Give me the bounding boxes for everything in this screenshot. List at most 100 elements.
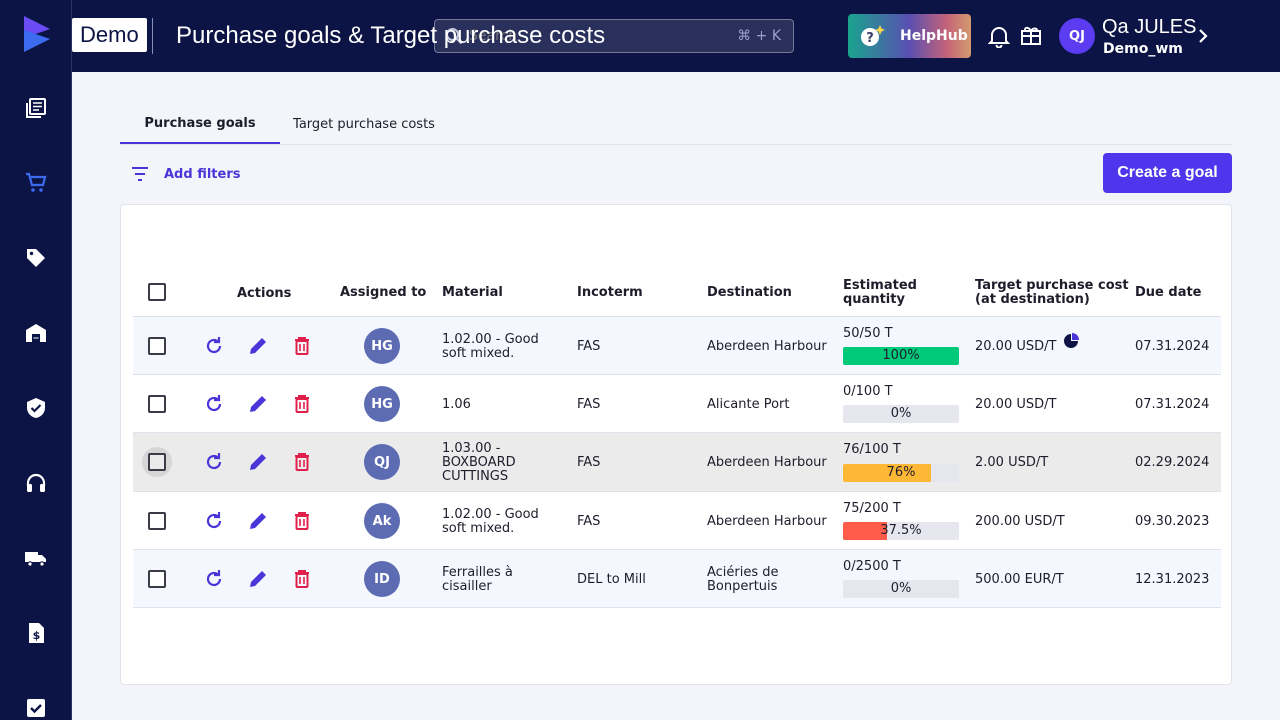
assignee-avatar: Ak [364,503,400,539]
target-cost-cell: 200.00 USD/T [975,514,1065,529]
filter-icon [132,167,148,181]
target-cost-cell: 20.00 USD/T [975,397,1057,412]
header-assigned-to: Assigned to [340,285,427,300]
due-date-cell: 07.31.2024 [1135,339,1210,354]
nav-invoice-icon[interactable]: $ [0,613,72,653]
progress-label: 76% [886,465,916,480]
material-cell: Ferrailles à cisailler [442,565,513,594]
search-shortcut: ⌘ + K [737,28,781,44]
quantity-text: 75/200 T [843,501,901,516]
material-cell: 1.03.00 - BOXBOARD CUTTINGS [442,441,516,484]
nav-shield-icon[interactable] [0,388,72,428]
nav-purchases-icon[interactable] [0,163,72,203]
table-row[interactable]: HG 1.02.00 - Good soft mixed. FAS Aberde… [133,317,1221,375]
table-row[interactable]: HG 1.06 FAS Alicante Port 0/100 T 0% 20.… [133,375,1221,433]
header-incoterm: Incoterm [577,285,643,300]
nav-warehouse-icon[interactable] [0,313,72,353]
assignee-avatar: HG [364,386,400,422]
user-organization: Demo_wm [1103,41,1183,57]
destination-cell: Aciéries de Bonpertuis [707,565,779,594]
header-target-cost-1: Target purchase cost [975,278,1129,293]
header-actions: Actions [237,286,292,301]
nav-catalog-icon[interactable] [0,88,72,128]
goals-table-card: Actions Assigned to Material Incoterm De… [120,204,1232,685]
top-header: Demo ⌘ + K Purchase goals & Target purch… [72,0,1280,72]
table-header: Actions Assigned to Material Incoterm De… [133,271,1221,317]
sidebar: $ [0,0,72,720]
destination-cell: Alicante Port [707,397,790,412]
quantity-text: 0/2500 T [843,559,901,574]
user-name[interactable]: Qa JULES [1102,16,1196,39]
material-cell: 1.02.00 - Good soft mixed. [442,507,539,536]
row-checkbox[interactable] [148,570,166,588]
header-target-cost-2: (at destination) [975,292,1090,307]
nav-sales-tag-icon[interactable] [0,238,72,278]
destination-cell: Aberdeen Harbour [707,339,827,354]
edit-pencil-icon[interactable] [247,568,269,590]
quantity-progress-bar: 0% [843,405,959,423]
assignee-avatar: QJ [364,444,400,480]
target-cost-cell: 20.00 USD/T [975,339,1057,354]
material-cell: 1.06 [442,397,471,412]
add-filters-button[interactable]: Add filters [130,163,240,185]
header-estimated-quantity-1: Estimated [843,278,917,293]
due-date-cell: 07.31.2024 [1135,397,1210,412]
nav-tasks-check-icon[interactable] [0,688,72,720]
table-row[interactable]: ID Ferrailles à cisailler DEL to Mill Ac… [133,550,1221,608]
user-avatar[interactable]: QJ [1059,18,1095,54]
pie-chart-icon[interactable] [1063,333,1079,349]
quantity-text: 50/50 T [843,326,893,341]
chevron-right-icon[interactable] [1198,28,1208,44]
row-checkbox[interactable] [148,453,166,471]
create-goal-button[interactable]: Create a goal [1103,153,1232,193]
row-checkbox[interactable] [148,337,166,355]
table-row[interactable]: Ak 1.02.00 - Good soft mixed. FAS Aberde… [133,492,1221,550]
header-due-date: Due date [1135,285,1202,300]
refresh-icon[interactable] [203,510,225,532]
environment-badge: Demo [72,18,147,52]
progress-label: 0% [890,581,912,596]
target-cost-cell: 500.00 EUR/T [975,572,1064,587]
header-divider [152,18,153,54]
delete-trash-icon[interactable] [291,451,313,473]
target-cost-cell: 2.00 USD/T [975,455,1049,470]
edit-pencil-icon[interactable] [247,451,269,473]
incoterm-cell: DEL to Mill [577,572,646,587]
table-row[interactable]: QJ 1.03.00 - BOXBOARD CUTTINGS FAS Aberd… [133,433,1221,492]
edit-pencil-icon[interactable] [247,393,269,415]
gift-icon[interactable] [1020,24,1042,46]
page-title: Purchase goals & Target purchase costs [176,22,606,49]
row-checkbox[interactable] [148,395,166,413]
delete-trash-icon[interactable] [291,393,313,415]
helphub-label: HelpHub [900,28,968,44]
refresh-icon[interactable] [203,393,225,415]
tab-target-purchase-costs[interactable]: Target purchase costs [280,104,448,144]
delete-trash-icon[interactable] [291,335,313,357]
app-logo-icon[interactable] [24,16,50,52]
delete-trash-icon[interactable] [291,568,313,590]
progress-label: 0% [890,406,912,421]
row-checkbox[interactable] [148,512,166,530]
helphub-button[interactable]: ? HelpHub [848,14,971,58]
destination-cell: Aberdeen Harbour [707,514,827,529]
nav-support-headset-icon[interactable] [0,463,72,503]
refresh-icon[interactable] [203,568,225,590]
svg-text:$: $ [33,629,41,642]
tab-purchase-goals[interactable]: Purchase goals [120,104,280,144]
refresh-icon[interactable] [203,335,225,357]
header-material: Material [442,285,503,300]
edit-pencil-icon[interactable] [247,510,269,532]
edit-pencil-icon[interactable] [247,335,269,357]
select-all-checkbox[interactable] [148,283,166,301]
incoterm-cell: FAS [577,514,601,529]
delete-trash-icon[interactable] [291,510,313,532]
progress-label: 100% [882,348,920,363]
svg-text:?: ? [866,31,874,46]
header-estimated-quantity-2: quantity [843,292,905,307]
due-date-cell: 09.30.2023 [1135,514,1210,529]
nav-truck-icon[interactable] [0,538,72,578]
bell-icon[interactable] [988,24,1010,48]
tab-bar: Purchase goals Target purchase costs [120,104,1232,145]
incoterm-cell: FAS [577,339,601,354]
refresh-icon[interactable] [203,451,225,473]
